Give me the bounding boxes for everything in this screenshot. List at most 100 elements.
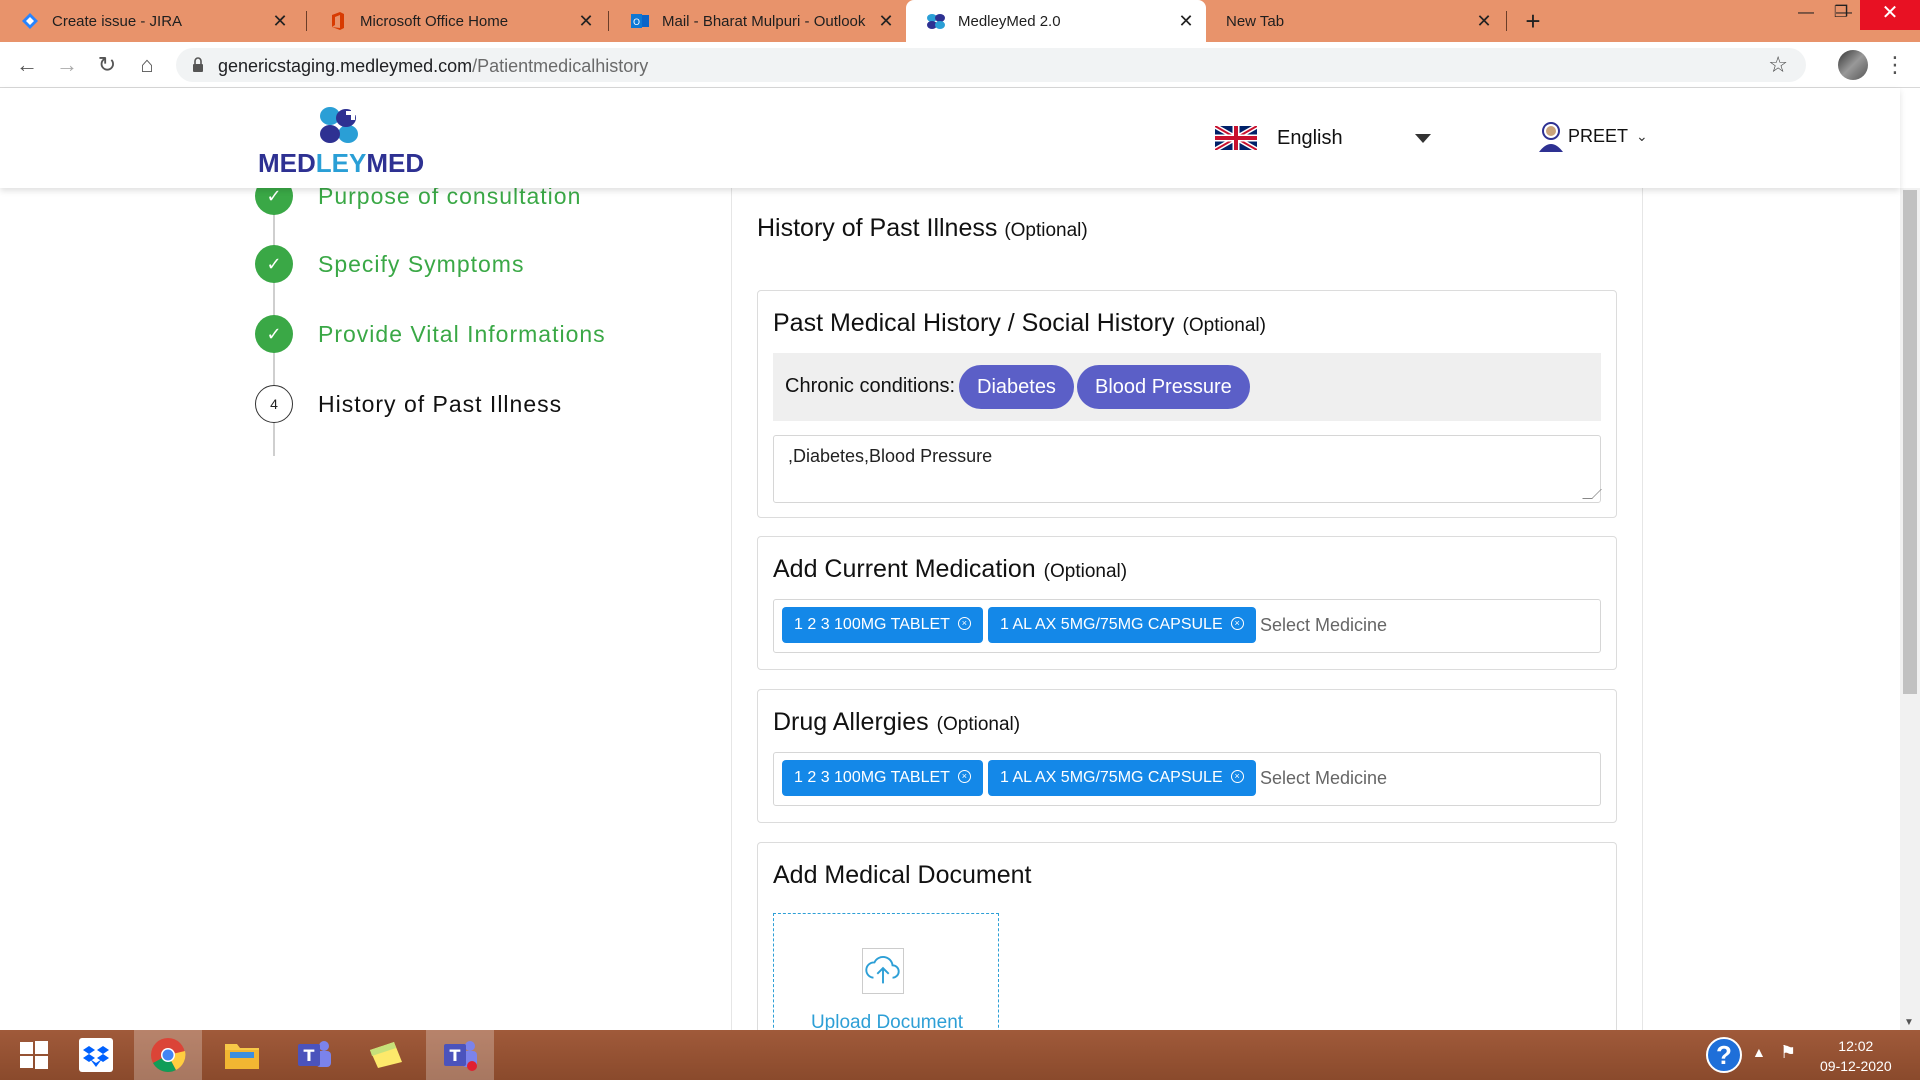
tag-label: 1 AL AX 5MG/75MG CAPSULE	[1000, 616, 1223, 633]
bookmark-star-icon[interactable]: ☆	[1768, 52, 1788, 78]
svg-text:T: T	[450, 1046, 461, 1065]
step-vitals[interactable]: ✓ Provide Vital Informations	[255, 315, 605, 353]
select-medicine-placeholder[interactable]: Select Medicine	[1260, 615, 1387, 636]
medication-card: Add Current Medication (Optional) 1 2 3 1…	[757, 536, 1617, 670]
tab-medleymed[interactable]: MedleyMed 2.0 ✕	[906, 0, 1206, 42]
taskbar-clock[interactable]: 12:02 09-12-2020	[1820, 1036, 1892, 1076]
language-label: English	[1277, 126, 1343, 149]
reload-icon[interactable]: ↻	[92, 50, 122, 80]
step-label: Provide Vital Informations	[318, 320, 606, 347]
upload-document-dropzone[interactable]: Upload Document	[773, 913, 999, 1043]
close-tab-icon[interactable]: ✕	[270, 11, 290, 31]
resize-grip-icon[interactable]	[1582, 489, 1602, 499]
remove-tag-icon[interactable]: ×	[1230, 770, 1244, 784]
address-bar[interactable]: genericstaging.medleymed.com/Patientmedi…	[176, 48, 1806, 82]
history-notes-textarea[interactable]: ,Diabetes,Blood Pressure	[773, 435, 1602, 503]
notification-flag-icon[interactable]: ⚑	[1780, 1042, 1796, 1080]
tag-label: 1 2 3 100MG TABLET	[794, 616, 950, 633]
tab-new[interactable]: New Tab ✕	[1206, 0, 1504, 42]
browser-toolbar: ← → ↻ ⌂ genericstaging.medleymed.com/Pat…	[0, 42, 1920, 88]
user-avatar-icon	[1539, 122, 1563, 152]
chronic-label: Chronic conditions:	[785, 375, 956, 397]
medication-tag[interactable]: 1 2 3 100MG TABLET ×	[782, 607, 983, 643]
outlook-icon: O	[630, 11, 650, 31]
browser-profile-avatar[interactable]	[1838, 50, 1868, 80]
url-domain: genericstaging.medleymed.com	[218, 56, 473, 76]
lock-icon	[193, 57, 203, 72]
forward-arrow-icon[interactable]: →	[52, 50, 82, 80]
chevron-down-icon[interactable]: ⌄	[1636, 128, 1648, 145]
notes-text: ,Diabetes,Blood Pressure	[788, 446, 993, 466]
file-explorer-taskbar-button[interactable]	[208, 1030, 276, 1080]
tray-expand-icon[interactable]: ▲	[1752, 1044, 1766, 1080]
tab-title: New Tab	[1226, 12, 1285, 30]
allergy-tag[interactable]: 1 AL AX 5MG/75MG CAPSULE ×	[988, 760, 1256, 796]
chip-blood-pressure[interactable]: Blood Pressure	[1077, 365, 1250, 409]
tag-label: 1 AL AX 5MG/75MG CAPSULE	[1000, 769, 1223, 786]
teams-icon: T	[444, 1041, 477, 1071]
close-tab-icon[interactable]: ✕	[576, 11, 596, 31]
jira-icon	[20, 11, 40, 31]
home-icon[interactable]: ⌂	[132, 50, 162, 80]
language-selector[interactable]: English	[1215, 126, 1431, 150]
tab-separator	[306, 11, 307, 31]
card-title: Add Current Medication (Optional)	[773, 555, 1127, 584]
office-icon	[328, 11, 348, 31]
folder-icon	[225, 1044, 259, 1069]
chip-diabetes[interactable]: Diabetes	[959, 365, 1074, 409]
medleymed-icon	[926, 11, 946, 31]
tab-jira[interactable]: Create issue - JIRA ✕	[0, 0, 300, 42]
sticky-notes-icon	[370, 1042, 402, 1068]
optional-tag: (Optional)	[1043, 561, 1128, 582]
uk-flag-icon	[1215, 126, 1257, 150]
window-close-button[interactable]: ✕	[1860, 0, 1920, 30]
card-title: Past Medical History / Social History (Op…	[773, 309, 1266, 338]
allergy-tag[interactable]: 1 2 3 100MG TABLET ×	[782, 760, 983, 796]
step-past-illness[interactable]: 4 History of Past Illness	[255, 385, 561, 423]
step-label: Specify Symptoms	[318, 250, 525, 277]
svg-text:T: T	[304, 1046, 315, 1065]
windows-start-button[interactable]	[0, 1030, 68, 1080]
allergies-card: Drug Allergies (Optional) 1 2 3 100MG TAB…	[757, 689, 1617, 823]
card-title-text: Past Medical History / Social History	[773, 309, 1175, 337]
cloud-upload-icon	[862, 948, 904, 994]
medication-tag[interactable]: 1 AL AX 5MG/75MG CAPSULE ×	[988, 607, 1256, 643]
site-header: MEDLEYMED English PREET ⌄	[0, 88, 1900, 188]
select-medicine-placeholder[interactable]: Select Medicine	[1260, 768, 1387, 789]
close-tab-icon[interactable]: ✕	[1474, 11, 1494, 31]
tab-separator	[608, 11, 609, 31]
teams-taskbar-button[interactable]: T	[280, 1030, 348, 1080]
remove-tag-icon[interactable]: ×	[957, 617, 971, 631]
help-icon[interactable]: ?	[1706, 1037, 1742, 1073]
chrome-taskbar-button[interactable]	[134, 1030, 202, 1080]
tab-outlook[interactable]: O Mail - Bharat Mulpuri - Outlook ✕	[610, 0, 906, 42]
svg-text:O: O	[633, 18, 640, 28]
caret-down-icon[interactable]	[1415, 134, 1431, 143]
allergy-select[interactable]: 1 2 3 100MG TABLET × 1 AL AX 5MG/75MG CAP…	[773, 752, 1601, 806]
medleymed-logo[interactable]: MEDLEYMED	[256, 104, 436, 180]
remove-tag-icon[interactable]: ×	[1230, 617, 1244, 631]
dropbox-taskbar-button[interactable]	[62, 1030, 130, 1080]
card-title: Add Medical Document	[773, 861, 1031, 890]
scroll-down-arrow-icon[interactable]: ▼	[1904, 1017, 1914, 1028]
logo-mark-icon	[320, 106, 360, 143]
page-scrollbar[interactable]: ▼	[1900, 188, 1920, 1030]
back-arrow-icon[interactable]: ←	[12, 50, 42, 80]
step-symptoms[interactable]: ✓ Specify Symptoms	[255, 245, 523, 283]
new-tab-button[interactable]: +	[1518, 6, 1548, 36]
sticky-notes-taskbar-button[interactable]	[352, 1030, 420, 1080]
medication-select[interactable]: 1 2 3 100MG TABLET × 1 AL AX 5MG/75MG CAP…	[773, 599, 1601, 653]
user-menu[interactable]: PREET ⌄	[1536, 120, 1648, 152]
scrollbar-thumb[interactable]	[1903, 190, 1917, 694]
clock-time: 12:02	[1838, 1038, 1874, 1054]
close-tab-icon[interactable]: ✕	[876, 11, 896, 31]
close-tab-icon[interactable]: ✕	[1176, 11, 1196, 31]
browser-menu-icon[interactable]: ⋮	[1884, 50, 1906, 80]
tab-title: Mail - Bharat Mulpuri - Outlook	[662, 12, 866, 30]
tab-office[interactable]: Microsoft Office Home ✕	[308, 0, 606, 42]
remove-tag-icon[interactable]: ×	[957, 770, 971, 784]
tab-title: Create issue - JIRA	[52, 12, 183, 30]
teams-2-taskbar-button[interactable]: T	[426, 1030, 494, 1080]
logo-text-part: LEY	[315, 148, 367, 178]
logo-text-part: MED	[258, 148, 316, 178]
